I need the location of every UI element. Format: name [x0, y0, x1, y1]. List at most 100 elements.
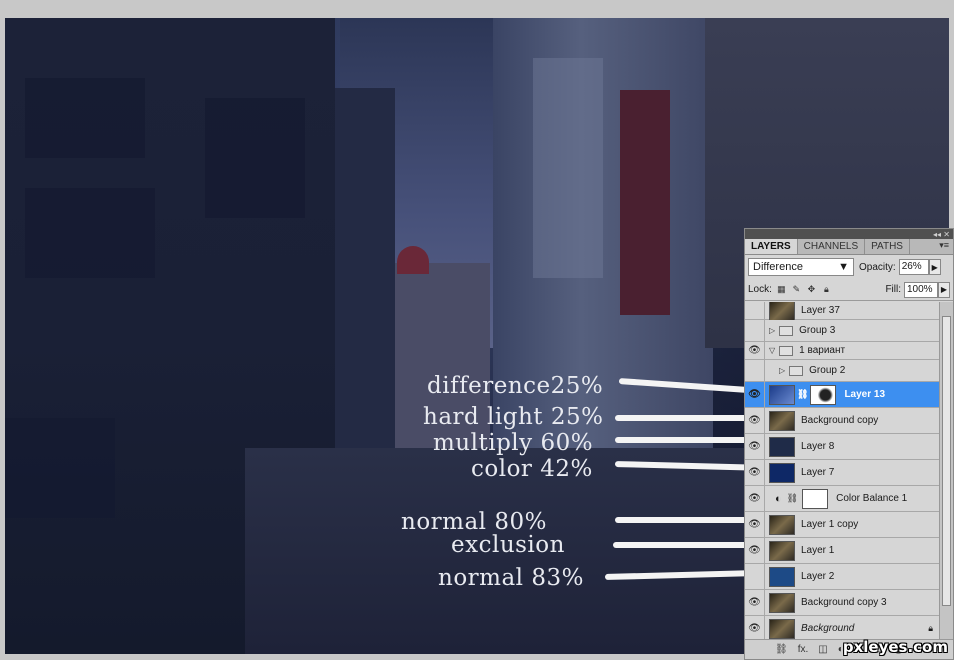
lock-position-icon[interactable]: ✥: [806, 284, 817, 295]
layer-name: Layer 7: [801, 467, 835, 478]
fill-slider-toggle[interactable]: ▶: [938, 281, 950, 298]
callout-exclusion: exclusion: [451, 532, 565, 558]
visibility-eye-icon[interactable]: 👁︎: [745, 342, 765, 359]
layer-name: Background copy: [801, 415, 879, 426]
layer-thumbnail[interactable]: [769, 436, 795, 457]
lock-all-icon[interactable]: 🔒︎: [821, 284, 832, 295]
pointer-stroke: [613, 542, 755, 548]
layer-thumbnail[interactable]: [769, 592, 795, 613]
layer-row[interactable]: 👁︎ Background 🔒︎: [745, 616, 939, 640]
chain-link-icon: ⛓: [797, 389, 809, 399]
layer-name: Layer 1: [801, 545, 835, 556]
left-building-2: [335, 88, 395, 508]
layer-thumbnail[interactable]: [769, 566, 795, 587]
layer-name: Layer 2: [801, 571, 835, 582]
scrollbar-thumb[interactable]: [942, 316, 951, 606]
visibility-eye-icon[interactable]: 👁︎: [745, 486, 765, 511]
layer-thumbnail[interactable]: [769, 410, 795, 431]
panel-titlebar[interactable]: ◂◂ ✕: [745, 229, 953, 239]
layer-row[interactable]: 👁︎ Background copy: [745, 408, 939, 434]
visibility-eye-icon[interactable]: 👁︎: [745, 302, 765, 319]
layer-thumbnail[interactable]: [769, 540, 795, 561]
visibility-eye-icon[interactable]: 👁︎: [745, 382, 765, 407]
visibility-eye-icon[interactable]: 👁︎: [745, 564, 765, 589]
lock-transparency-icon[interactable]: ▦: [776, 284, 787, 295]
layer-name: Color Balance 1: [836, 493, 908, 504]
layer-name: Layer 13: [844, 389, 886, 400]
collapsed-triangle-icon[interactable]: ▷: [769, 326, 775, 335]
expanded-triangle-icon[interactable]: ▽: [769, 346, 775, 355]
layer-thumbnail[interactable]: [769, 462, 795, 483]
layer-thumbnail[interactable]: [769, 302, 795, 321]
layer-name: Layer 37: [801, 305, 840, 316]
blend-mode-select[interactable]: Difference ▼: [748, 258, 854, 276]
visibility-eye-icon[interactable]: 👁︎: [745, 320, 765, 341]
layer-row[interactable]: 👁︎ Layer 1: [745, 538, 939, 564]
tab-paths[interactable]: PATHS: [865, 239, 910, 254]
layer-thumbnail[interactable]: [769, 618, 795, 639]
layer-row[interactable]: 👁︎ ◐ ⛓ Color Balance 1: [745, 486, 939, 512]
dome: [397, 246, 429, 274]
callout-normal-83: normal 83%: [438, 565, 584, 591]
visibility-eye-icon[interactable]: 👁︎: [745, 616, 765, 640]
layer-row[interactable]: 👁︎ ▽ 1 вариант: [745, 342, 939, 360]
visibility-eye-icon[interactable]: 👁︎: [745, 434, 765, 459]
layer-row[interactable]: 👁︎ Layer 37: [745, 302, 939, 321]
layer-name: 1 вариант: [799, 345, 846, 356]
tab-channels[interactable]: CHANNELS: [798, 239, 866, 254]
layer-name: Layer 1 copy: [801, 519, 859, 530]
mask-icon[interactable]: ◫: [818, 644, 827, 655]
link-icon[interactable]: ⛓: [775, 644, 788, 655]
fill-field[interactable]: 100%: [904, 281, 938, 298]
layer-row[interactable]: 👁︎ ▷ Group 2: [745, 360, 939, 382]
blend-mode-value: Difference: [753, 261, 803, 273]
layer-name: Group 2: [809, 365, 846, 376]
layer-row[interactable]: 👁︎ Layer 1 copy: [745, 512, 939, 538]
shop-sign: [620, 90, 670, 315]
pointer-stroke: [615, 437, 757, 443]
collapsed-triangle-icon[interactable]: ▷: [779, 366, 785, 375]
callout-color: color 42%: [471, 456, 593, 482]
chain-link-icon: ⛓: [786, 493, 799, 503]
folder-icon: [789, 365, 804, 376]
layer-mask-thumbnail[interactable]: [802, 488, 829, 509]
lock-pixels-icon[interactable]: ✎: [791, 284, 802, 295]
layer-thumbnail[interactable]: [769, 384, 795, 405]
layer-name: Group 3: [799, 325, 836, 336]
visibility-eye-icon[interactable]: 👁︎: [745, 408, 765, 433]
tab-layers[interactable]: LAYERS: [745, 239, 798, 254]
callout-multiply: multiply 60%: [433, 430, 594, 456]
fx-icon[interactable]: fx.: [798, 644, 809, 655]
folder-icon: [779, 345, 794, 356]
collapse-icon[interactable]: ◂◂ ✕: [933, 230, 950, 239]
pointer-stroke: [615, 517, 757, 523]
callout-difference: difference25%: [427, 373, 604, 399]
panel-menu-icon[interactable]: ▾≡: [935, 239, 953, 254]
visibility-eye-icon[interactable]: 👁︎: [745, 538, 765, 563]
layer-name: Background copy 3: [801, 597, 887, 608]
layer-row[interactable]: 👁︎ ⛓ Layer 13: [745, 382, 939, 408]
layer-mask-thumbnail[interactable]: [810, 384, 837, 405]
opacity-slider-toggle[interactable]: ▶: [928, 259, 941, 275]
layer-row[interactable]: 👁︎ Layer 7: [745, 460, 939, 486]
chevron-down-icon: ▼: [838, 261, 849, 273]
visibility-eye-icon[interactable]: 👁︎: [745, 360, 765, 381]
layer-row[interactable]: 👁︎ Layer 2: [745, 564, 939, 590]
visibility-eye-icon[interactable]: 👁︎: [745, 512, 765, 537]
lock-row: Lock: ▦ ✎ ✥ 🔒︎ Fill: 100% ▶: [745, 279, 953, 301]
callout-hard-light: hard light 25%: [423, 404, 604, 430]
layer-row[interactable]: 👁︎ Layer 8: [745, 434, 939, 460]
scrollbar[interactable]: [939, 302, 953, 640]
layer-name: Background: [801, 623, 855, 634]
opacity-field[interactable]: 26%: [898, 259, 929, 275]
layer-list: 👁︎ Layer 37 👁︎ ▷ Group 3 👁︎ ▽ 1 вариант 👁︎ ▷ Group…: [745, 302, 939, 640]
adjustment-icon: ◐: [775, 492, 782, 505]
layers-panel: ◂◂ ✕ LAYERS CHANNELS PATHS ▾≡ Difference…: [744, 228, 954, 660]
layer-row[interactable]: 👁︎ ▷ Group 3: [745, 320, 939, 342]
layer-thumbnail[interactable]: [769, 514, 795, 535]
panel-tabs: LAYERS CHANNELS PATHS ▾≡: [745, 239, 953, 255]
visibility-eye-icon[interactable]: 👁︎: [745, 590, 765, 615]
layer-row[interactable]: 👁︎ Background copy 3: [745, 590, 939, 616]
blend-row: Difference ▼ Opacity: 26% ▶: [745, 255, 953, 279]
visibility-eye-icon[interactable]: 👁︎: [745, 460, 765, 485]
